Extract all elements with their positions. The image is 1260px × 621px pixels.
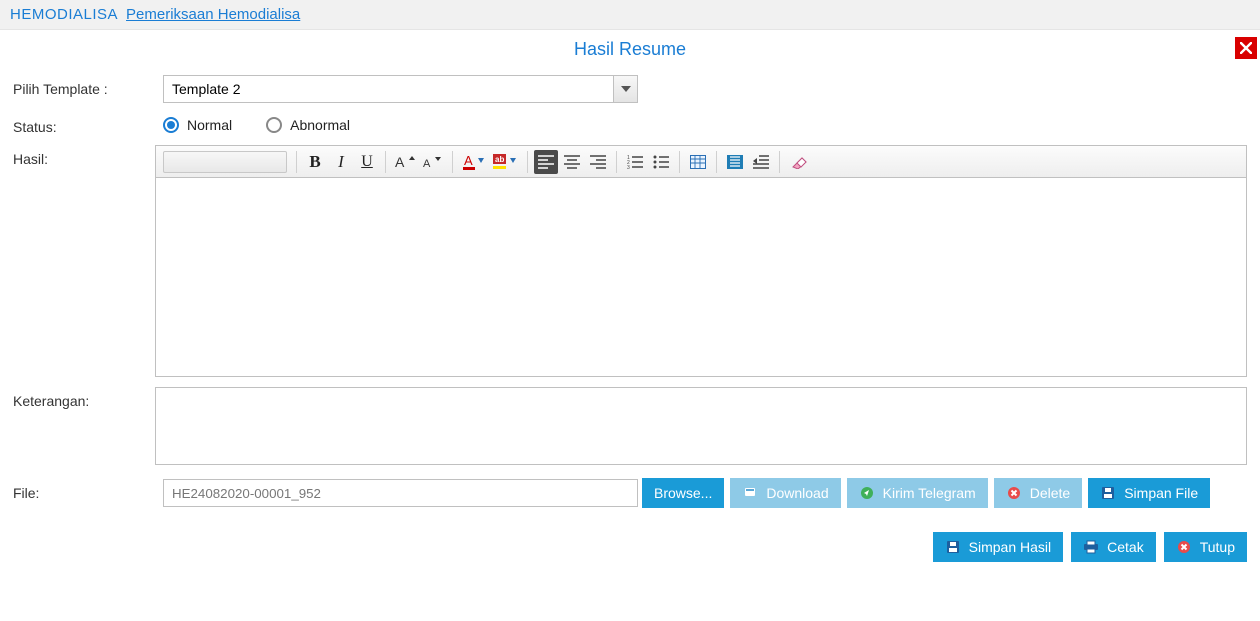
svg-text:3: 3 [627, 165, 630, 169]
indent-button[interactable] [749, 150, 773, 174]
shrink-font-button[interactable]: A [420, 150, 446, 174]
panel-title: Hasil Resume [3, 33, 1257, 60]
status-label: Status: [13, 113, 163, 135]
grow-font-button[interactable]: A [392, 150, 418, 174]
italic-button[interactable]: I [329, 150, 353, 174]
chevron-down-icon[interactable] [613, 76, 637, 102]
footer-actions: Simpan Hasil Cetak Tutup [3, 518, 1257, 576]
hasil-label: Hasil: [13, 145, 155, 167]
underline-button[interactable]: U [355, 150, 379, 174]
close-icon [1240, 42, 1252, 54]
font-family-select[interactable] [160, 150, 290, 174]
status-radio-normal[interactable]: Normal [163, 117, 232, 133]
module-label: HEMODIALISA [10, 6, 118, 23]
print-icon [1083, 539, 1099, 555]
download-icon [742, 485, 758, 501]
print-button[interactable]: Cetak [1071, 532, 1156, 562]
template-select-input[interactable] [164, 76, 613, 102]
result-editor-body[interactable] [156, 178, 1246, 376]
save-file-button[interactable]: Simpan File [1088, 478, 1210, 508]
delete-icon [1006, 485, 1022, 501]
font-color-button[interactable]: A [459, 150, 487, 174]
bold-button[interactable]: B [303, 150, 327, 174]
status-radio-normal-label: Normal [187, 117, 232, 133]
svg-text:A: A [423, 158, 431, 170]
template-label: Pilih Template : [13, 75, 163, 97]
keterangan-label: Keterangan: [13, 387, 155, 409]
save-icon [1100, 485, 1116, 501]
download-button[interactable]: Download [730, 478, 840, 508]
svg-text:A: A [464, 153, 473, 168]
status-radio-abnormal-label: Abnormal [290, 117, 350, 133]
bullet-list-button[interactable] [649, 150, 673, 174]
save-result-button[interactable]: Simpan Hasil [933, 532, 1063, 562]
status-radio-abnormal[interactable]: Abnormal [266, 117, 350, 133]
editor-toolbar: B I U A A A [156, 146, 1246, 178]
insert-table-button[interactable] [686, 150, 710, 174]
outdent-button[interactable] [723, 150, 747, 174]
result-panel: Hasil Resume Pilih Template : Status: [3, 33, 1257, 576]
breadcrumb-page-link[interactable]: Pemeriksaan Hemodialisa [126, 6, 300, 23]
align-right-button[interactable] [586, 150, 610, 174]
save-icon [945, 539, 961, 555]
keterangan-textarea[interactable] [155, 387, 1247, 465]
result-editor: B I U A A A [155, 145, 1247, 377]
close-icon [1176, 539, 1192, 555]
close-button[interactable]: Tutup [1164, 532, 1247, 562]
align-left-button[interactable] [534, 150, 558, 174]
radio-icon [163, 117, 179, 133]
eraser-button[interactable] [786, 150, 810, 174]
breadcrumb: HEMODIALISA Pemeriksaan Hemodialisa [0, 0, 1260, 30]
highlight-color-button[interactable]: ab [489, 150, 521, 174]
file-label: File: [13, 485, 163, 501]
delete-file-button[interactable]: Delete [994, 478, 1082, 508]
svg-text:ab: ab [495, 155, 504, 164]
browse-button[interactable]: Browse... [642, 478, 724, 508]
svg-text:A: A [395, 154, 405, 170]
numbered-list-button[interactable]: 123 [623, 150, 647, 174]
close-panel-button[interactable] [1235, 37, 1257, 59]
file-name-input[interactable] [163, 479, 638, 507]
align-center-button[interactable] [560, 150, 584, 174]
radio-icon [266, 117, 282, 133]
telegram-icon [859, 485, 875, 501]
send-telegram-button[interactable]: Kirim Telegram [847, 478, 988, 508]
template-select[interactable] [163, 75, 638, 103]
